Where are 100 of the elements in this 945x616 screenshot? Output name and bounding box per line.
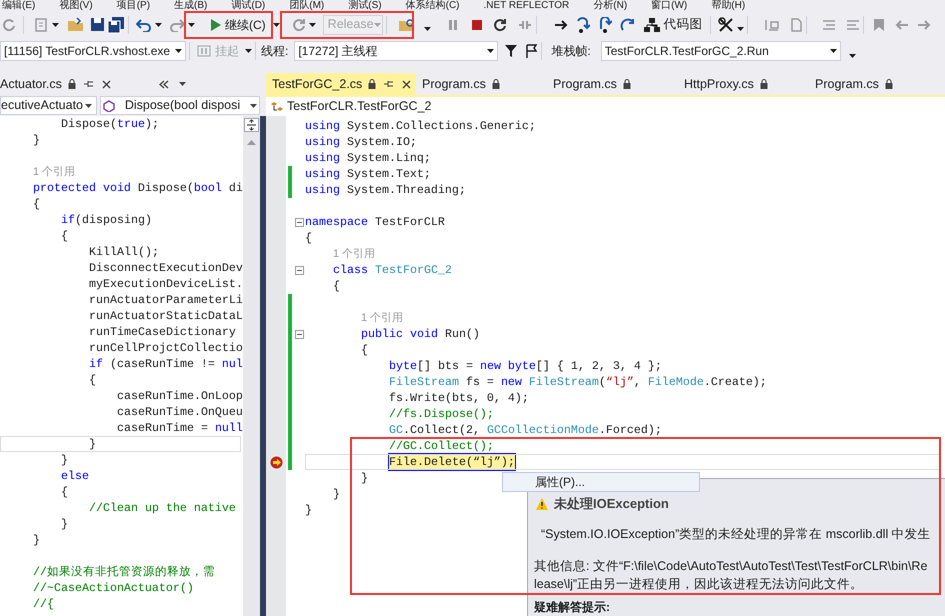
close-icon[interactable] — [402, 80, 412, 88]
type-dropdown[interactable]: ecutiveActuato — [0, 96, 97, 115]
caret-icon[interactable] — [245, 49, 252, 53]
code-line: GC.Collect(2, GCCollectionMode.Forced); — [389, 422, 662, 438]
caret-icon[interactable] — [308, 22, 316, 26]
restart-icon[interactable] — [492, 18, 507, 32]
undo-icon[interactable] — [136, 18, 152, 32]
document-tab[interactable]: Program.cs — [416, 73, 547, 95]
menu-item[interactable]: 编辑(E) — [2, 1, 36, 11]
stack-frame-dropdown[interactable]: TestForCLR.TestForGC_2.Run — [600, 41, 841, 61]
code-line: using System.IO; — [305, 134, 417, 150]
document-tab[interactable]: Actuator.cs — [0, 73, 115, 95]
caret-icon[interactable] — [424, 26, 431, 30]
code-line: caseRunTime.OnLoop — [117, 388, 243, 404]
code-line: runTimeCaseDictionary — [89, 324, 236, 340]
code-line: { — [305, 230, 312, 246]
pin-icon[interactable] — [384, 79, 394, 89]
caret-icon[interactable] — [848, 54, 856, 58]
menu-item[interactable]: 测试(S) — [348, 1, 382, 11]
menu-item[interactable]: 生成(B) — [174, 1, 208, 11]
code-line: KillAll(); — [89, 244, 159, 260]
caret-icon[interactable] — [178, 82, 186, 86]
code-line: using System.Linq; — [305, 150, 431, 166]
troubleshooting-heading: 疑难解答提示: — [533, 601, 611, 614]
caret-icon[interactable] — [250, 104, 257, 108]
arrow-right-icon[interactable] — [554, 18, 568, 30]
document-tab[interactable]: HttpProxy.cs — [678, 73, 809, 95]
current-statement: File.Delete(“lj”); — [389, 454, 515, 470]
lock-icon — [760, 79, 768, 89]
properties-menu-item[interactable]: 属性(P)... — [502, 472, 700, 492]
menu-item[interactable]: .NET REFLECTOR — [484, 1, 570, 11]
document-tab[interactable]: Program.cs — [809, 73, 940, 95]
lock-icon — [884, 79, 893, 89]
collapse-icon[interactable] — [295, 330, 304, 338]
pin-icon[interactable] — [84, 79, 94, 89]
document-tab[interactable]: Program.cs — [547, 73, 678, 95]
collapse-icon[interactable] — [295, 266, 304, 274]
filter-icon[interactable] — [504, 44, 518, 58]
lock-icon — [622, 79, 631, 89]
menu-item[interactable]: 项目(P) — [116, 1, 150, 11]
member-dropdown[interactable]: Dispose(bool disposi — [100, 96, 260, 115]
caret-icon[interactable] — [272, 22, 280, 26]
code-map-button[interactable]: 代码图 — [640, 14, 707, 36]
caret-icon[interactable] — [175, 49, 182, 53]
step-over-icon[interactable] — [598, 16, 612, 32]
code-line: if(disposing) — [61, 212, 152, 228]
code-line: { — [89, 372, 96, 388]
split-window-icon[interactable] — [244, 118, 259, 132]
menu-item[interactable]: 调试(D) — [231, 1, 266, 11]
code-line: runActuatorStaticDataL — [89, 308, 243, 324]
lock-icon — [368, 79, 376, 89]
caret-icon[interactable] — [830, 49, 837, 53]
menu-item[interactable]: 帮助(H) — [711, 1, 746, 11]
menu-item[interactable]: 团队(M) — [289, 1, 324, 11]
caret-icon[interactable] — [85, 104, 92, 108]
code-line: byte[] bts = new byte[] { 1, 2, 3, 4 }; — [389, 358, 662, 374]
double-chevron-left-icon[interactable] — [158, 80, 169, 88]
caret-icon[interactable] — [487, 49, 494, 53]
code-line: namespace TestForCLR — [305, 214, 445, 230]
restart-icon[interactable] — [292, 18, 306, 32]
continue-button[interactable]: 继续(C) — [206, 14, 271, 36]
code-line: } — [333, 486, 340, 502]
suspend-icon — [197, 45, 211, 57]
caret-icon[interactable] — [155, 22, 162, 26]
warning-icon — [536, 498, 548, 510]
code-line: //如果没有非托管资源的释放，需 — [33, 564, 215, 580]
tools-icon[interactable] — [718, 16, 734, 32]
caret-icon[interactable] — [736, 26, 744, 30]
thread-dropdown[interactable]: [17272] 主线程 — [294, 41, 498, 61]
step-into-icon[interactable] — [576, 16, 590, 32]
collapse-icon[interactable] — [295, 218, 304, 226]
menu-item[interactable]: 视图(V) — [59, 1, 93, 11]
close-icon[interactable] — [102, 80, 111, 88]
code-line: } — [33, 132, 40, 148]
code-line: using System.Text; — [305, 166, 431, 182]
lock-icon — [492, 79, 500, 89]
step-out-icon[interactable] — [620, 18, 636, 32]
menu-item[interactable]: 体系结构(C) — [406, 1, 460, 11]
process-dropdown[interactable]: [11156] TestForCLR.vshost.exe — [0, 41, 186, 61]
open-folder-icon[interactable] — [67, 16, 85, 32]
redo-icon[interactable] — [169, 18, 185, 32]
code-line: runActuatorParameterLi — [89, 292, 243, 308]
code-line: using System.Collections.Generic; — [305, 118, 536, 134]
diagram-icon — [644, 16, 660, 32]
code-line: { — [333, 278, 340, 294]
save-all-icon[interactable] — [108, 16, 125, 32]
stop-icon[interactable] — [470, 18, 483, 30]
caret-icon[interactable] — [188, 22, 195, 26]
menu-item[interactable]: 分析(N) — [593, 1, 628, 11]
exception-details: 其他信息: 文件“F:\file\Code\AutoTest\AutoTest\Test\TestForCLR\bin\Release\lj”正由另一进程使用，因此该进程无法访问此文件。 — [533, 558, 928, 592]
save-icon[interactable] — [90, 17, 105, 32]
class-dropdown[interactable]: TestForCLR.TestForGC_2 — [266, 95, 945, 116]
code-line: //Clean up the native — [89, 500, 236, 516]
document-tab[interactable]: TestForGC_2.cs — [266, 73, 416, 95]
class-icon — [270, 100, 284, 112]
flag-icon[interactable] — [524, 44, 538, 58]
code-line: //~CaseActionActuator() — [33, 580, 194, 596]
caret-icon[interactable] — [52, 22, 59, 26]
code-line: protected void Dispose(bool di — [33, 180, 243, 196]
code-line: DisconnectExecutionDev — [89, 260, 243, 276]
